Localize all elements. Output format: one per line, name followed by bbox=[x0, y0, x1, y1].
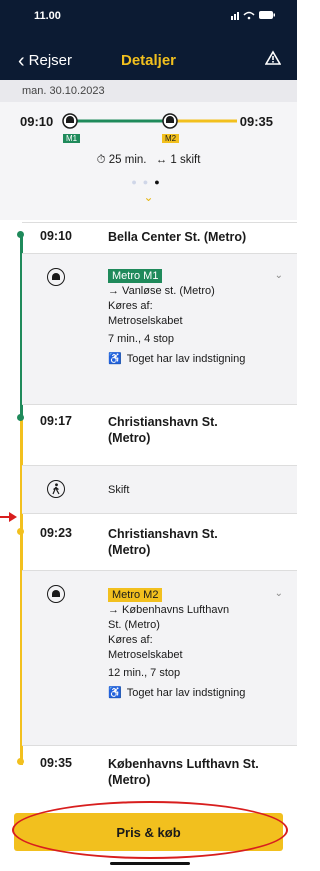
metro-train-icon bbox=[47, 585, 65, 603]
divider bbox=[22, 513, 297, 514]
status-time: 11.00 bbox=[34, 10, 61, 22]
stop-time: 09:10 bbox=[40, 229, 72, 243]
transfer-arrows-icon: ↔ bbox=[155, 154, 168, 166]
date-bar: man. 30.10.2023 bbox=[0, 80, 297, 102]
overview-route-graphic bbox=[62, 113, 237, 129]
page-dot-active[interactable]: ● bbox=[154, 177, 165, 187]
transfer-label: Skift bbox=[108, 484, 130, 496]
overview-arrive-time: 09:35 bbox=[239, 114, 273, 129]
price-buy-button[interactable]: Pris & køb bbox=[14, 813, 283, 851]
wheelchair-icon: ♿ bbox=[108, 353, 122, 365]
page-dots[interactable]: ●●● bbox=[0, 177, 297, 187]
trip-overview[interactable]: 09:10 09:35 M1 M2 ⏱ 25 min. ↔ 1 skift ●●… bbox=[0, 102, 297, 220]
stop-name: Københavns Lufthavn St. (Metro) bbox=[108, 757, 259, 787]
annotation-arrow-icon bbox=[0, 512, 17, 522]
chevron-down-icon[interactable]: ⌄ bbox=[0, 190, 297, 204]
divider bbox=[22, 222, 297, 223]
stop-time: 09:17 bbox=[40, 414, 72, 428]
accessibility-text: Toget har lav indstigning bbox=[126, 687, 246, 699]
stop-name: Christianshavn St. (Metro) bbox=[108, 527, 218, 557]
stop-name: Bella Center St. (Metro) bbox=[108, 230, 247, 244]
stop-name: Christianshavn St. (Metro) bbox=[108, 415, 218, 445]
line-badge-m2: Metro M2 bbox=[108, 588, 163, 602]
leg-accessibility: ♿ Toget har lav indstigning bbox=[108, 686, 288, 701]
line-badge-m1: Metro M1 bbox=[108, 269, 163, 283]
leg-operator: Køres af: Metroselskabet bbox=[108, 300, 183, 327]
overview-summary: ⏱ 25 min. ↔ 1 skift bbox=[0, 154, 297, 167]
leg-direction: → Vanløse st. (Metro) bbox=[108, 285, 215, 297]
stopwatch-icon: ⏱ bbox=[96, 154, 106, 166]
page-title: Detaljer bbox=[120, 52, 177, 69]
stop-time: 09:23 bbox=[40, 526, 72, 540]
home-indicator bbox=[110, 862, 190, 865]
leg-accessibility: ♿ Toget har lav indstigning bbox=[108, 352, 288, 367]
walking-icon bbox=[47, 480, 65, 498]
stop-node bbox=[17, 231, 24, 238]
page-dot[interactable]: ● bbox=[143, 177, 154, 187]
page-dot[interactable]: ● bbox=[131, 177, 142, 187]
leg-duration-stops: 7 min., 4 stop bbox=[108, 333, 175, 345]
stop-node bbox=[17, 758, 24, 765]
divider bbox=[22, 404, 297, 405]
metro-train-icon bbox=[47, 268, 65, 286]
stop-time: 09:35 bbox=[40, 756, 72, 770]
trip-date: man. 30.10.2023 bbox=[22, 85, 105, 97]
leg-m2-info: Metro M2 → Københavns Lufthavn St. (Metr… bbox=[108, 585, 288, 701]
overview-m1-badge: M1 bbox=[63, 134, 81, 143]
status-icons bbox=[231, 10, 275, 23]
leg-direction: → Københavns Lufthavn St. (Metro) bbox=[108, 604, 230, 631]
leg-operator: Køres af: Metroselskabet bbox=[108, 634, 183, 661]
stop-node bbox=[17, 528, 24, 535]
signal-wifi-battery-icon bbox=[231, 11, 275, 20]
header: 11.00 ‹ Rejser Detaljer bbox=[0, 0, 297, 80]
accessibility-text: Toget har lav indstigning bbox=[126, 353, 246, 365]
overview-m2-badge: M2 bbox=[162, 134, 180, 143]
stop-node bbox=[17, 414, 24, 421]
wheelchair-icon: ♿ bbox=[108, 687, 122, 699]
overview-duration: 25 min. bbox=[108, 154, 147, 166]
divider bbox=[22, 745, 297, 746]
alert-triangle-icon[interactable] bbox=[264, 50, 282, 71]
overview-depart-time: 09:10 bbox=[20, 114, 54, 129]
leg-duration-stops: 12 min., 7 stop bbox=[108, 667, 181, 679]
leg-m1-info: Metro M1 → Vanløse st. (Metro) Køres af:… bbox=[108, 266, 288, 367]
overview-changes: 1 skift bbox=[170, 154, 201, 166]
